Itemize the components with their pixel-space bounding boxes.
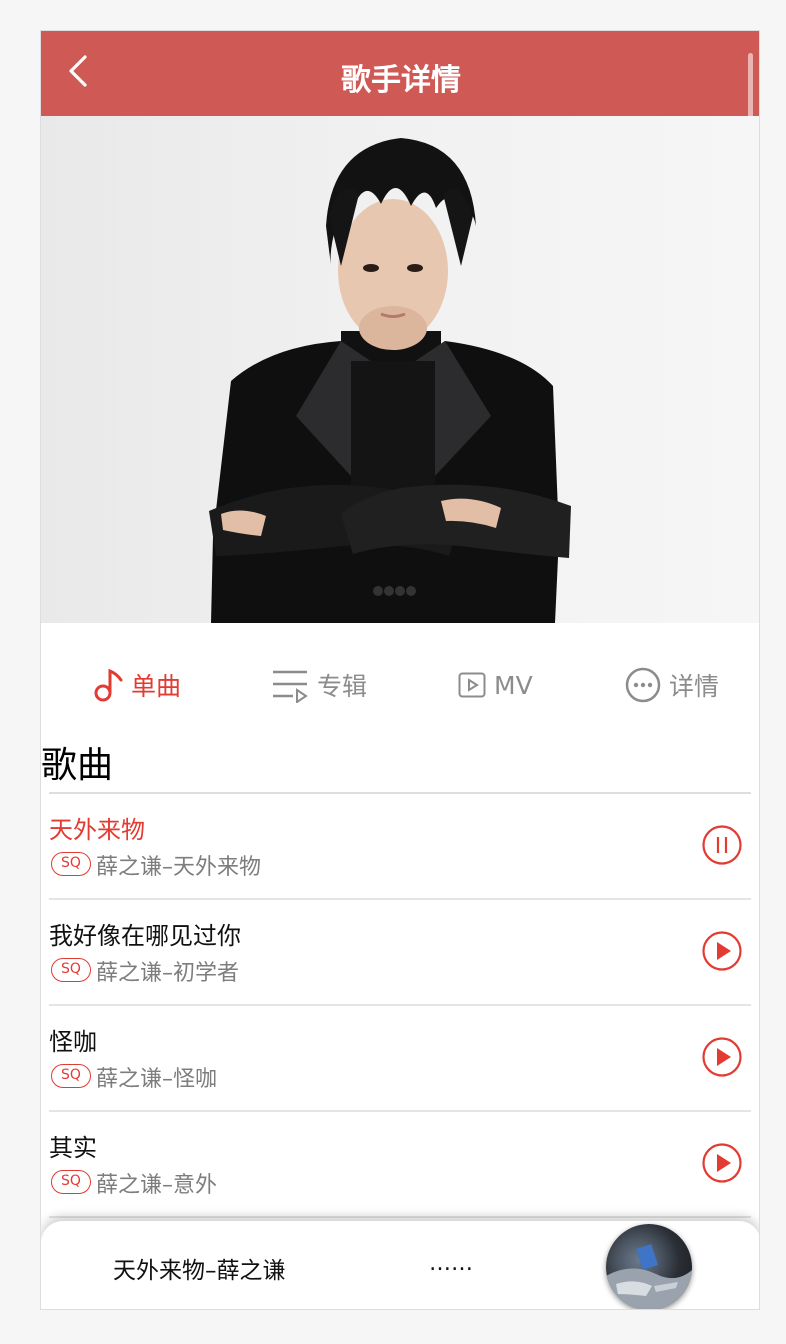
album-art xyxy=(606,1244,692,1309)
artist-photo xyxy=(41,116,759,623)
play-icon[interactable] xyxy=(701,930,743,972)
section-title: 歌曲 xyxy=(41,745,114,786)
sq-badge: SQ xyxy=(51,1170,91,1194)
tab-label: 专辑 xyxy=(317,672,368,701)
lyric-line: …… xyxy=(429,1251,473,1276)
song-item[interactable]: 其实 SQ 薛之谦–意外 xyxy=(49,1112,751,1218)
song-list: 天外来物 SQ 薛之谦–天外来物 我好像在哪见过你 SQ 薛之谦–初学者 怪咖 … xyxy=(49,794,751,1218)
song-item[interactable]: 我好像在哪见过你 SQ 薛之谦–初学者 xyxy=(49,900,751,1006)
song-meta: 薛之谦–怪咖 xyxy=(96,1067,218,1092)
play-icon[interactable] xyxy=(701,1036,743,1078)
tab-mv[interactable]: MV xyxy=(458,661,533,709)
music-note-icon xyxy=(94,668,123,702)
pause-icon[interactable] xyxy=(701,824,743,866)
header-bar: 歌手详情 xyxy=(41,31,759,315)
song-name: 其实 xyxy=(49,1134,97,1162)
song-meta: 薛之谦–天外来物 xyxy=(96,855,262,880)
song-name: 怪咖 xyxy=(49,1028,97,1056)
album-cover-disc[interactable] xyxy=(606,1224,692,1309)
song-meta: 薛之谦–意外 xyxy=(96,1173,218,1198)
mini-player[interactable]: 天外来物–薛之谦 …… xyxy=(41,1221,759,1309)
sq-badge: SQ xyxy=(51,852,91,876)
now-playing-title: 天外来物–薛之谦 xyxy=(113,1258,286,1284)
tab-albums[interactable]: 专辑 xyxy=(271,661,367,709)
album-list-icon xyxy=(273,670,308,703)
sq-badge: SQ xyxy=(51,958,91,982)
video-icon xyxy=(458,672,486,698)
play-icon[interactable] xyxy=(701,1142,743,1184)
app-frame: 歌手详情 单曲 专辑 MV 详情 歌曲 天外来物 SQ 薛之谦–天外来物 我好像… xyxy=(40,30,760,1310)
song-name: 我好像在哪见过你 xyxy=(49,922,241,950)
song-meta: 薛之谦–初学者 xyxy=(96,961,240,986)
tab-label: MV xyxy=(494,670,533,700)
artist-photo-illustration xyxy=(209,138,571,623)
sq-badge: SQ xyxy=(51,1064,91,1088)
song-item[interactable]: 怪咖 SQ 薛之谦–怪咖 xyxy=(49,1006,751,1112)
tab-details[interactable]: 详情 xyxy=(625,661,719,709)
song-item[interactable]: 天外来物 SQ 薛之谦–天外来物 xyxy=(49,794,751,900)
tab-label: 单曲 xyxy=(131,672,182,701)
tab-singles[interactable]: 单曲 xyxy=(93,661,181,709)
tab-label: 详情 xyxy=(669,672,720,701)
more-icon xyxy=(625,667,661,703)
song-name: 天外来物 xyxy=(49,816,145,844)
tab-bar: 单曲 专辑 MV 详情 xyxy=(41,661,759,709)
page-title: 歌手详情 xyxy=(341,63,461,98)
